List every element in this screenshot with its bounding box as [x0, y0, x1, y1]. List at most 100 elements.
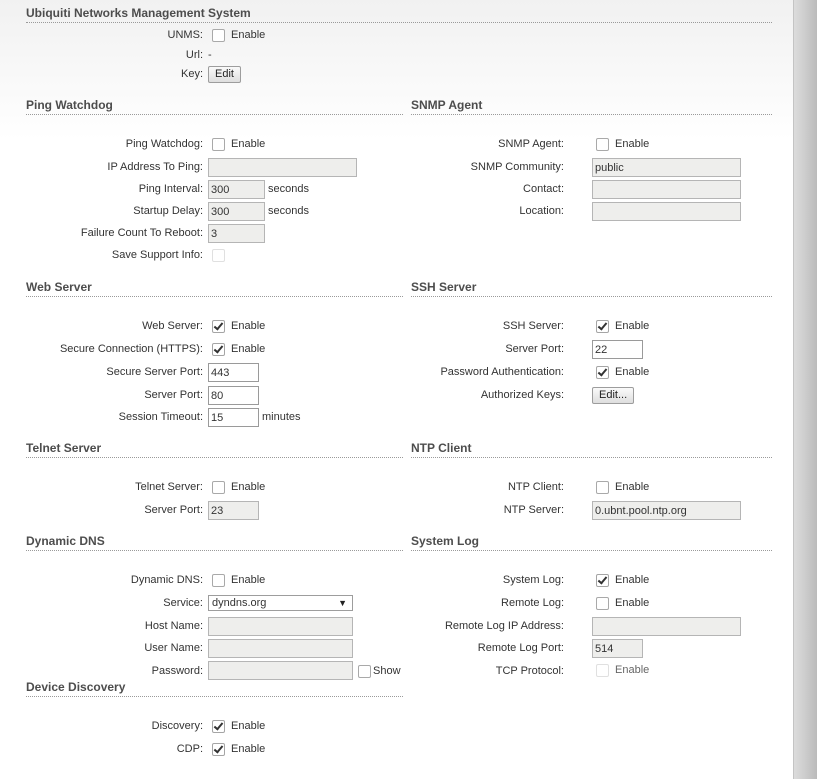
- remote-log-enable-checkbox[interactable]: [596, 597, 609, 610]
- secure-server-port-input[interactable]: [208, 363, 259, 382]
- discovery-enable-checkbox[interactable]: [212, 720, 225, 733]
- remote-log-port-input[interactable]: [592, 639, 643, 658]
- ssh-server-enable-checkbox[interactable]: [596, 320, 609, 333]
- ddns-user-name-label: User Name:: [144, 642, 203, 654]
- ntp-client-enable-label: Enable: [615, 481, 650, 493]
- cdp-label: CDP:: [176, 743, 203, 755]
- startup-delay-unit: seconds: [268, 205, 309, 217]
- save-support-info-label: Save Support Info:: [111, 249, 203, 261]
- ping-watchdog-enable-checkbox[interactable]: [212, 138, 225, 151]
- snmp-community-label: SNMP Community:: [470, 161, 564, 173]
- ntp-server-label: NTP Server:: [503, 504, 564, 516]
- save-support-info-checkbox[interactable]: [212, 249, 225, 262]
- ssh-server-enable-label: Enable: [615, 320, 650, 332]
- ddns-show-password-label: Show: [373, 665, 401, 677]
- remote-log-port-label: Remote Log Port:: [477, 642, 564, 654]
- telnet-server-label: Telnet Server:: [135, 481, 203, 493]
- ddns-service-value: dyndns.org: [212, 597, 267, 609]
- discovery-enable-label: Enable: [231, 720, 266, 732]
- remote-log-ip-label: Remote Log IP Address:: [444, 620, 564, 632]
- window-side-bar: [793, 0, 817, 779]
- snmp-agent-label: SNMP Agent:: [498, 138, 564, 150]
- snmp-agent-enable-label: Enable: [615, 138, 650, 150]
- ntp-client-enable-checkbox[interactable]: [596, 481, 609, 494]
- web-server-label: Web Server:: [142, 320, 203, 332]
- ntp-client-section-title: NTP Client: [411, 441, 772, 458]
- ddns-host-name-input[interactable]: [208, 617, 353, 636]
- snmp-location-label: Location:: [519, 205, 564, 217]
- system-log-section-title: System Log: [411, 534, 772, 551]
- https-enable-checkbox[interactable]: [212, 343, 225, 356]
- dynamic-dns-label: Dynamic DNS:: [130, 574, 203, 586]
- failure-count-label: Failure Count To Reboot:: [80, 227, 203, 239]
- remote-log-label: Remote Log:: [501, 597, 564, 609]
- tcp-protocol-label: TCP Protocol:: [495, 665, 564, 677]
- ddns-service-select[interactable]: dyndns.org ▼: [208, 595, 353, 611]
- tcp-protocol-enable-label: Enable: [615, 664, 650, 676]
- ping-ip-input[interactable]: [208, 158, 357, 177]
- ddns-password-input[interactable]: [208, 661, 353, 680]
- failure-count-input[interactable]: [208, 224, 265, 243]
- password-auth-label: Password Authentication:: [440, 366, 564, 378]
- dropdown-arrow-icon: ▼: [338, 598, 347, 608]
- startup-delay-input[interactable]: [208, 202, 265, 221]
- snmp-section-title: SNMP Agent: [411, 98, 772, 115]
- system-log-enable-label: Enable: [615, 574, 650, 586]
- session-timeout-input[interactable]: [208, 408, 259, 427]
- ssh-server-section-title: SSH Server: [411, 280, 772, 297]
- web-server-enable-checkbox[interactable]: [212, 320, 225, 333]
- unms-section-title: Ubiquiti Networks Management System: [26, 6, 772, 23]
- system-log-label: System Log:: [502, 574, 564, 586]
- ddns-show-password-checkbox[interactable]: [358, 665, 371, 678]
- ping-interval-unit: seconds: [268, 183, 309, 195]
- web-server-port-label: Server Port:: [144, 389, 203, 401]
- ntp-client-label: NTP Client:: [507, 481, 564, 493]
- ping-interval-label: Ping Interval:: [138, 183, 203, 195]
- unms-enable-label: Enable: [231, 29, 266, 41]
- startup-delay-label: Startup Delay:: [133, 205, 203, 217]
- ping-watchdog-section-title: Ping Watchdog: [26, 98, 403, 115]
- unms-key-label: Key:: [180, 68, 203, 80]
- snmp-location-input[interactable]: [592, 202, 741, 221]
- ssh-server-label: SSH Server:: [502, 320, 564, 332]
- ping-interval-input[interactable]: [208, 180, 265, 199]
- snmp-contact-input[interactable]: [592, 180, 741, 199]
- authorized-keys-edit-button[interactable]: Edit...: [592, 387, 635, 404]
- web-server-enable-label: Enable: [231, 320, 266, 332]
- password-auth-enable-checkbox[interactable]: [596, 366, 609, 379]
- telnet-server-port-label: Server Port:: [144, 504, 203, 516]
- remote-log-enable-label: Enable: [615, 597, 650, 609]
- dynamic-dns-section-title: Dynamic DNS: [26, 534, 403, 551]
- session-timeout-label: Session Timeout:: [118, 411, 203, 423]
- snmp-community-input[interactable]: [592, 158, 741, 177]
- telnet-server-enable-label: Enable: [231, 481, 266, 493]
- ddns-password-label: Password:: [151, 665, 203, 677]
- authorized-keys-label: Authorized Keys:: [480, 389, 564, 401]
- session-timeout-unit: minutes: [262, 411, 301, 423]
- https-enable-label: Enable: [231, 343, 266, 355]
- password-auth-enable-label: Enable: [615, 366, 650, 378]
- tcp-protocol-enable-checkbox[interactable]: [596, 664, 609, 677]
- ssh-server-port-input[interactable]: [592, 340, 643, 359]
- settings-panel: Ubiquiti Networks Management System UNMS…: [0, 0, 793, 779]
- device-discovery-section-title: Device Discovery: [26, 680, 403, 697]
- web-server-port-input[interactable]: [208, 386, 259, 405]
- dynamic-dns-enable-label: Enable: [231, 574, 266, 586]
- telnet-server-enable-checkbox[interactable]: [212, 481, 225, 494]
- ssh-server-port-label: Server Port:: [505, 343, 564, 355]
- ntp-server-input[interactable]: [592, 501, 741, 520]
- unms-enable-checkbox[interactable]: [212, 29, 225, 42]
- dynamic-dns-enable-checkbox[interactable]: [212, 574, 225, 587]
- web-server-section-title: Web Server: [26, 280, 403, 297]
- unms-key-edit-button[interactable]: Edit: [208, 66, 241, 83]
- discovery-label: Discovery:: [151, 720, 203, 732]
- cdp-enable-checkbox[interactable]: [212, 743, 225, 756]
- ping-watchdog-enable-label: Enable: [231, 138, 266, 150]
- ddns-user-name-input[interactable]: [208, 639, 353, 658]
- system-log-enable-checkbox[interactable]: [596, 574, 609, 587]
- snmp-agent-enable-checkbox[interactable]: [596, 138, 609, 151]
- unms-url-label: Url:: [185, 49, 203, 61]
- ddns-host-name-label: Host Name:: [144, 620, 203, 632]
- remote-log-ip-input[interactable]: [592, 617, 741, 636]
- telnet-server-port-input[interactable]: [208, 501, 259, 520]
